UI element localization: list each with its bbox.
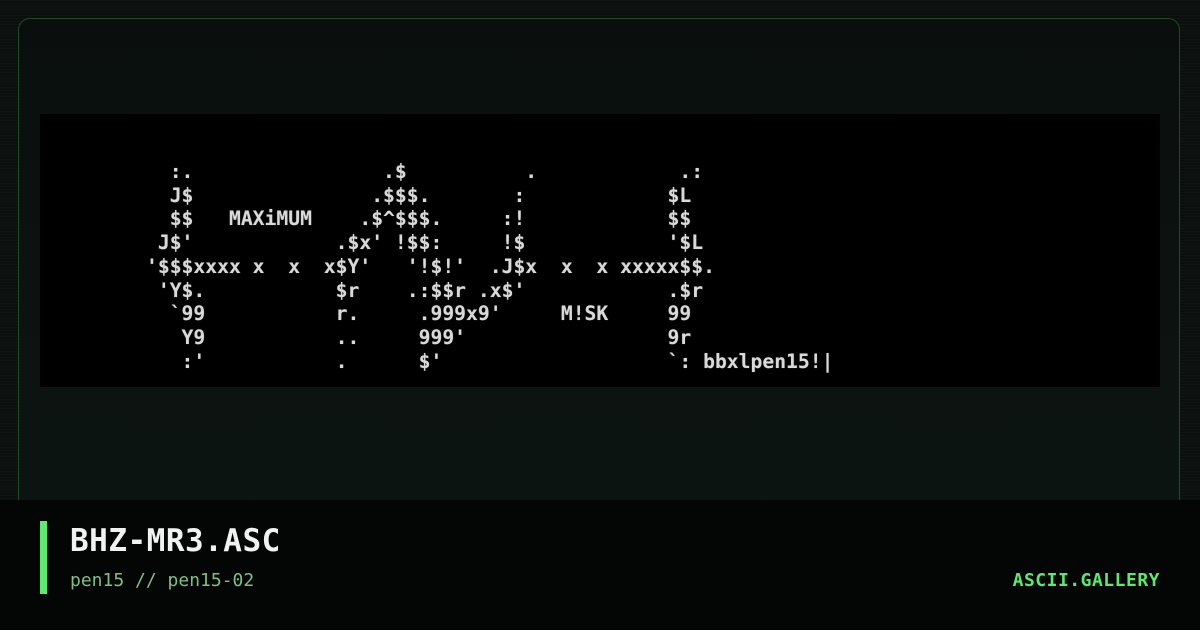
file-subtitle: pen15 // pen15-02: [70, 570, 255, 591]
accent-bar: [40, 521, 47, 594]
site-brand: ASCII.GALLERY: [1012, 570, 1160, 591]
file-title: BHZ-MR3.ASC: [70, 523, 281, 559]
ascii-art-panel: :. .$ . .: J$ .$$$. : $L $$ MAXiMUM .$^$…: [40, 114, 1160, 387]
ascii-art: :. .$ . .: J$ .$$$. : $L $$ MAXiMUM .$^$…: [146, 160, 834, 373]
